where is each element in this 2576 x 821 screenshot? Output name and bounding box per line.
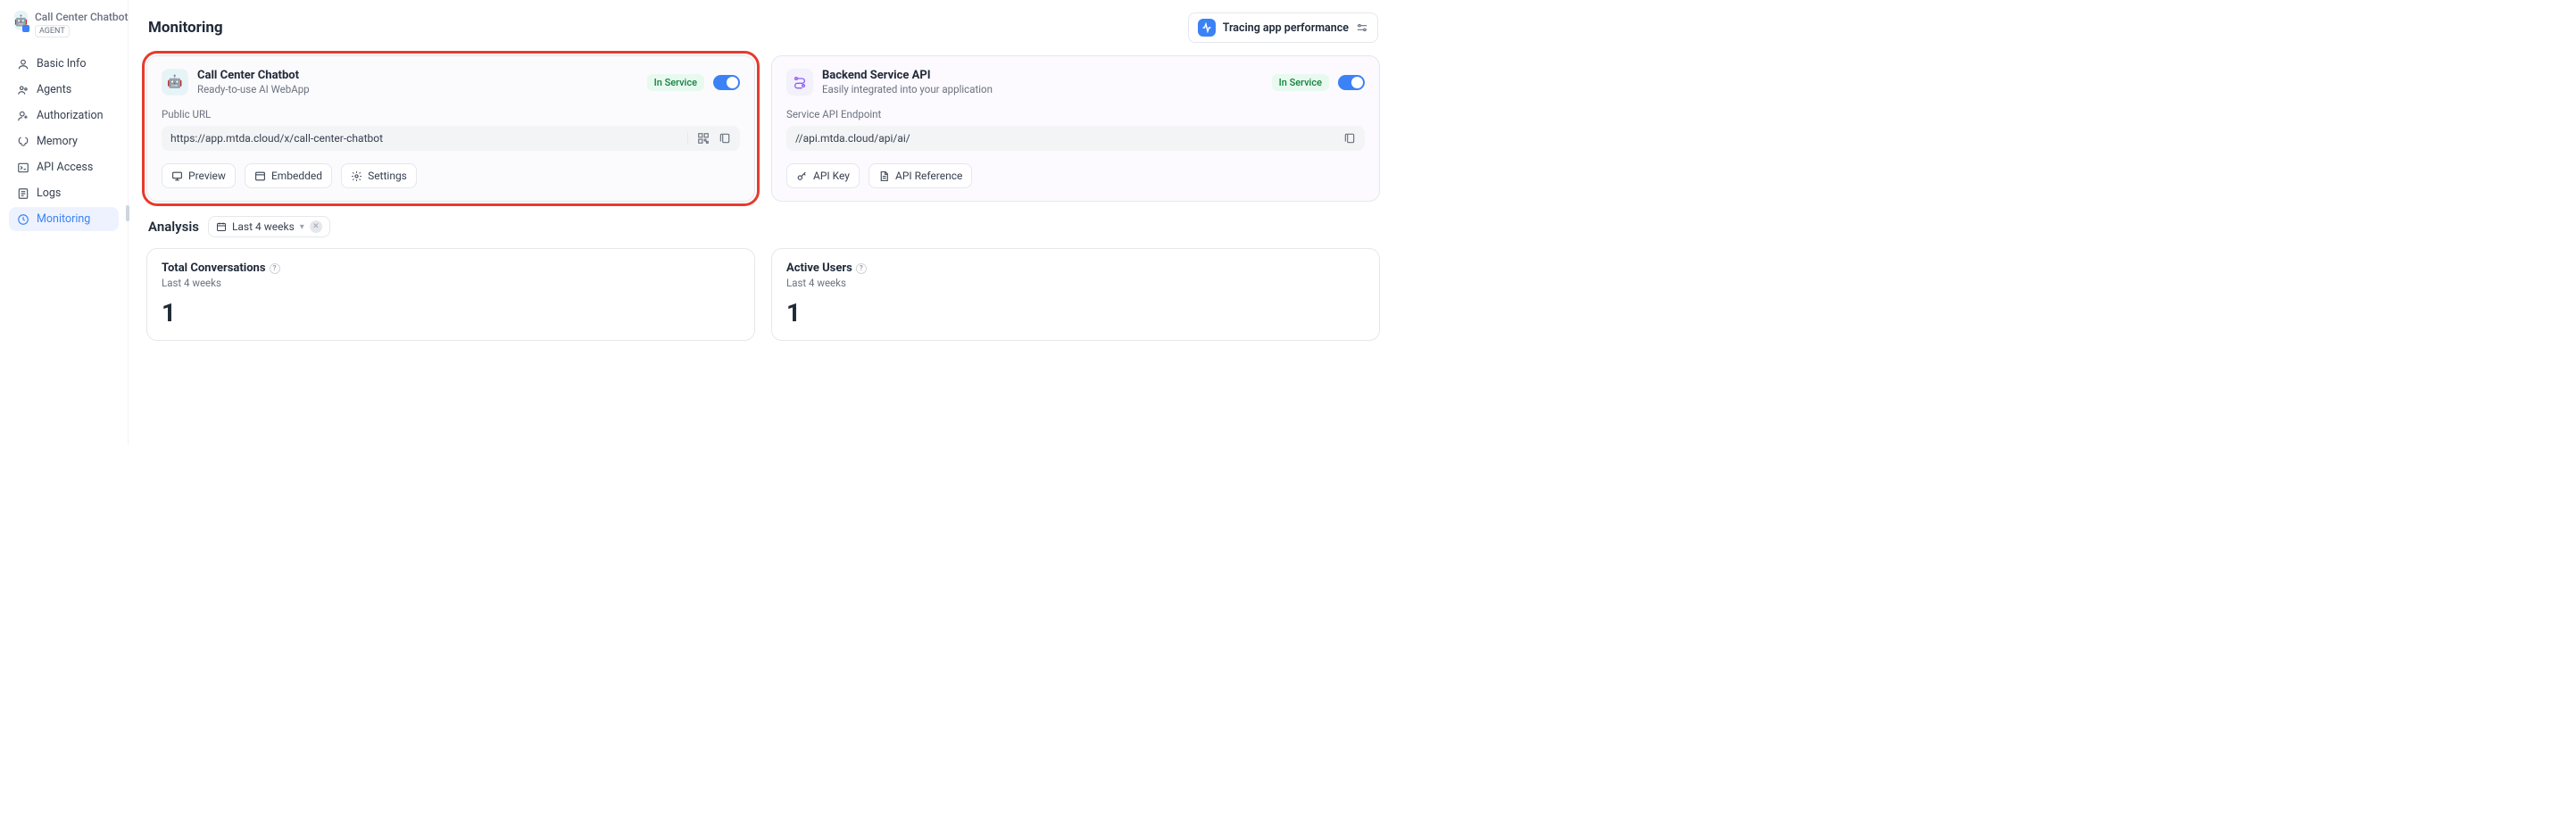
settings-button[interactable]: Settings bbox=[341, 163, 417, 188]
api-url-box: //api.mtda.cloud/api/ai/ bbox=[786, 126, 1365, 151]
stat-total-conversations: Total Conversations ? Last 4 weeks 1 bbox=[146, 248, 755, 341]
period-value: Last 4 weeks bbox=[232, 220, 295, 233]
monitor-icon bbox=[171, 170, 183, 182]
main-content: Monitoring Tracing app performance 🤖 Cal… bbox=[129, 0, 1398, 445]
sidebar-item-api-access[interactable]: API Access bbox=[9, 155, 119, 179]
app-card-subtitle: Ready-to-use AI WebApp bbox=[197, 83, 310, 95]
sidebar-item-memory[interactable]: Memory bbox=[9, 129, 119, 153]
api-status-badge: In Service bbox=[1272, 74, 1329, 91]
stat-value: 1 bbox=[786, 298, 1365, 328]
activity-icon bbox=[1198, 19, 1216, 37]
agents-icon bbox=[16, 83, 29, 96]
app-enable-toggle[interactable] bbox=[713, 75, 740, 90]
preview-button[interactable]: Preview bbox=[162, 163, 236, 188]
key-icon bbox=[796, 170, 808, 182]
sidebar: 🤖 Call Center Chatbot AGENT Basic Info A… bbox=[0, 0, 129, 445]
sidebar-resize-handle[interactable] bbox=[126, 205, 129, 221]
app-name: Call Center Chatbot bbox=[35, 11, 129, 23]
api-card-title: Backend Service API bbox=[822, 69, 993, 82]
sliders-icon[interactable] bbox=[1356, 21, 1368, 34]
embedded-button[interactable]: Embedded bbox=[245, 163, 332, 188]
sidebar-item-label: Logs bbox=[37, 187, 61, 200]
sidebar-item-label: Agents bbox=[37, 83, 71, 96]
app-header: 🤖 Call Center Chatbot AGENT bbox=[9, 9, 119, 46]
copy-icon[interactable] bbox=[719, 132, 731, 145]
api-url-label: Service API Endpoint bbox=[786, 108, 1365, 120]
authorization-icon bbox=[16, 109, 29, 122]
app-card: 🤖 Call Center Chatbot Ready-to-use AI We… bbox=[146, 55, 755, 202]
stat-value: 1 bbox=[162, 298, 740, 328]
sidebar-item-label: Authorization bbox=[37, 109, 104, 122]
public-url-text[interactable]: https://app.mtda.cloud/x/call-center-cha… bbox=[170, 132, 687, 145]
agent-badge: AGENT bbox=[35, 25, 70, 37]
stat-title-label: Total Conversations bbox=[162, 261, 266, 275]
info-icon[interactable]: ? bbox=[856, 263, 867, 274]
monitoring-icon bbox=[16, 212, 29, 226]
sidebar-item-label: Monitoring bbox=[37, 212, 90, 226]
api-card: Backend Service API Easily integrated in… bbox=[771, 55, 1380, 202]
layout-icon bbox=[254, 170, 266, 182]
memory-icon bbox=[16, 135, 29, 148]
app-card-title: Call Center Chatbot bbox=[197, 69, 310, 82]
sidebar-item-basic-info[interactable]: Basic Info bbox=[9, 52, 119, 76]
info-icon[interactable]: ? bbox=[270, 263, 280, 274]
sidebar-item-logs[interactable]: Logs bbox=[9, 181, 119, 205]
period-select[interactable]: Last 4 weeks ▾ ✕ bbox=[208, 216, 330, 237]
tracing-button[interactable]: Tracing app performance bbox=[1188, 12, 1378, 43]
public-url-label: Public URL bbox=[162, 108, 740, 120]
sidebar-item-label: Memory bbox=[37, 135, 78, 148]
sidebar-item-label: API Access bbox=[37, 161, 93, 174]
api-key-button[interactable]: API Key bbox=[786, 163, 860, 188]
copy-icon[interactable] bbox=[1343, 132, 1356, 145]
calendar-icon bbox=[216, 221, 227, 232]
stat-title-label: Active Users bbox=[786, 261, 852, 275]
app-card-icon: 🤖 bbox=[162, 69, 188, 95]
api-card-icon bbox=[786, 69, 813, 95]
stat-subtitle: Last 4 weeks bbox=[162, 277, 740, 289]
logs-icon bbox=[16, 187, 29, 200]
sidebar-item-label: Basic Info bbox=[37, 57, 87, 70]
terminal-icon bbox=[16, 161, 29, 174]
sidebar-item-authorization[interactable]: Authorization bbox=[9, 104, 119, 128]
api-card-subtitle: Easily integrated into your application bbox=[822, 83, 993, 95]
sidebar-item-agents[interactable]: Agents bbox=[9, 78, 119, 102]
chevron-down-icon: ▾ bbox=[300, 222, 304, 232]
gear-icon bbox=[351, 170, 362, 182]
api-url-text[interactable]: //api.mtda.cloud/api/ai/ bbox=[795, 132, 1343, 145]
clear-period-icon[interactable]: ✕ bbox=[310, 220, 322, 233]
tracing-label: Tracing app performance bbox=[1223, 21, 1349, 35]
page-title: Monitoring bbox=[148, 19, 223, 37]
api-enable-toggle[interactable] bbox=[1338, 75, 1365, 90]
analysis-title: Analysis bbox=[148, 219, 199, 235]
sidebar-item-monitoring[interactable]: Monitoring bbox=[9, 207, 119, 231]
app-icon: 🤖 bbox=[14, 11, 28, 30]
stat-subtitle: Last 4 weeks bbox=[786, 277, 1365, 289]
user-icon bbox=[16, 57, 29, 70]
app-status-badge: In Service bbox=[647, 74, 704, 91]
public-url-box: https://app.mtda.cloud/x/call-center-cha… bbox=[162, 126, 740, 151]
qr-code-icon[interactable] bbox=[697, 132, 710, 145]
document-icon bbox=[878, 170, 890, 182]
stat-active-users: Active Users ? Last 4 weeks 1 bbox=[771, 248, 1380, 341]
api-reference-button[interactable]: API Reference bbox=[868, 163, 972, 188]
sidebar-nav: Basic Info Agents Authorization Memory bbox=[9, 52, 119, 231]
